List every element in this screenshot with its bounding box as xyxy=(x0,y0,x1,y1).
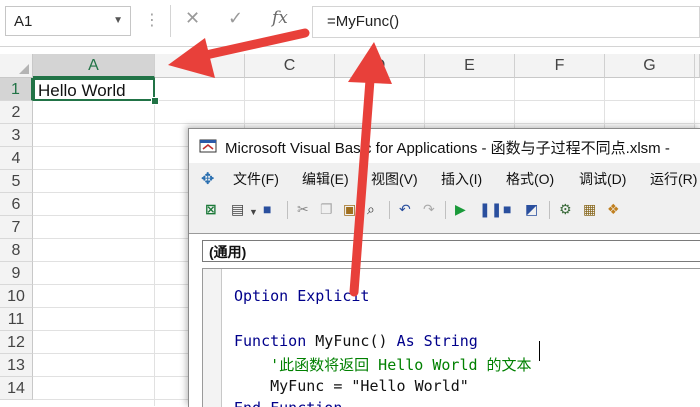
vba-menu-bar: ✥ 文件(F) 编辑(E) 视图(V) 插入(I) 格式(O) 调试(D) 运行… xyxy=(189,163,700,193)
menu-view[interactable]: 视图(V) xyxy=(371,169,418,189)
vba-toolbar: ⊠ ▤ ▼ ■ ✂ ❐ ▣ ⌕ ↶ ↷ ▶ ❚❚ ■ ◩ ⚙ ▦ ❖ xyxy=(189,193,700,225)
procedure-combo[interactable]: (通用) xyxy=(202,240,700,262)
vba-title-bar[interactable]: Microsoft Visual Basic for Applications … xyxy=(189,129,700,163)
fill-handle[interactable] xyxy=(151,97,159,105)
code-margin[interactable] xyxy=(203,269,222,407)
toolbar-divider xyxy=(389,201,390,219)
menu-insert[interactable]: 插入(I) xyxy=(441,169,482,189)
row-header-13[interactable]: 13 xyxy=(0,354,33,377)
column-header-b[interactable]: B xyxy=(155,54,245,78)
find-icon[interactable]: ⌕ xyxy=(367,200,375,218)
cell-a1[interactable]: Hello World xyxy=(33,78,155,101)
cell-a1-value: Hello World xyxy=(38,81,126,100)
row-header-3[interactable]: 3 xyxy=(0,124,33,147)
code-comment: '此函数将返回 Hello World 的文本 xyxy=(234,356,532,374)
row-header-6[interactable]: 6 xyxy=(0,193,33,216)
menu-edit[interactable]: 编辑(E) xyxy=(302,169,349,189)
column-header-h[interactable] xyxy=(695,54,700,78)
menu-file[interactable]: 文件(F) xyxy=(233,169,279,189)
view-excel-icon[interactable]: ⊠ xyxy=(205,200,217,218)
code-keyword: Option Explicit xyxy=(234,287,370,305)
project-explorer-icon[interactable]: ⚙ xyxy=(559,200,572,218)
column-header-e[interactable]: E xyxy=(425,54,515,78)
vba-app-icon xyxy=(199,139,217,153)
row-header-2[interactable]: 2 xyxy=(0,101,33,124)
select-all-button[interactable] xyxy=(0,54,33,78)
row-header-9[interactable]: 9 xyxy=(0,262,33,285)
text-caret xyxy=(539,341,540,361)
row-header-7[interactable]: 7 xyxy=(0,216,33,239)
toolbar-divider xyxy=(287,201,288,219)
formula-text: =MyFunc() xyxy=(327,13,400,30)
toolbar-divider xyxy=(549,201,550,219)
code-line: '此函数将返回 Hello World 的文本 xyxy=(234,354,532,375)
chevron-down-icon[interactable]: ▼ xyxy=(113,15,123,26)
copy-icon[interactable]: ❐ xyxy=(320,200,333,218)
splitter-grip-icon[interactable]: ⋮ xyxy=(144,10,160,30)
name-box[interactable]: A1 ▼ xyxy=(5,6,131,36)
row-header-4[interactable]: 4 xyxy=(0,147,33,170)
row-header-8[interactable]: 8 xyxy=(0,239,33,262)
row-header-10[interactable]: 10 xyxy=(0,285,33,308)
menu-run[interactable]: 运行(R) xyxy=(650,169,697,189)
divider xyxy=(170,5,171,37)
code-text: MyFunc = "Hello World" xyxy=(234,377,469,395)
properties-icon[interactable]: ▦ xyxy=(583,200,596,218)
chevron-down-icon[interactable]: ▼ xyxy=(249,203,258,221)
object-browser-icon[interactable]: ❖ xyxy=(607,200,620,218)
row-header-14[interactable]: 14 xyxy=(0,377,33,400)
stop-icon[interactable]: ■ xyxy=(503,200,511,218)
row-header-12[interactable]: 12 xyxy=(0,331,33,354)
run-icon[interactable]: ▶ xyxy=(455,200,466,218)
design-mode-icon[interactable]: ◩ xyxy=(525,200,538,218)
grid-line xyxy=(33,123,700,124)
menu-format[interactable]: 格式(O) xyxy=(506,169,554,189)
vba-menu-app-icon[interactable]: ✥ xyxy=(201,169,214,189)
redo-icon[interactable]: ↷ xyxy=(423,200,435,218)
code-line: Option Explicit xyxy=(234,287,369,305)
row-header-11[interactable]: 11 xyxy=(0,308,33,331)
code-line: MyFunc = "Hello World" xyxy=(234,377,469,395)
code-keyword: Function xyxy=(234,332,316,350)
grid-line xyxy=(154,78,155,406)
formula-input[interactable]: =MyFunc() xyxy=(312,6,700,38)
column-header-d[interactable]: D xyxy=(335,54,425,78)
procedure-combo-value: (通用) xyxy=(209,244,247,260)
cut-icon[interactable]: ✂ xyxy=(297,200,309,218)
pause-icon[interactable]: ❚❚ xyxy=(479,200,502,218)
column-header-g[interactable]: G xyxy=(605,54,695,78)
code-editor[interactable]: Option Explicit Function MyFunc() As Stri… xyxy=(202,268,700,407)
insert-userform-icon[interactable]: ▤ xyxy=(231,200,244,218)
column-header-a[interactable]: A xyxy=(33,54,155,78)
cancel-icon[interactable]: ✕ xyxy=(185,8,200,29)
code-text: MyFunc() xyxy=(315,332,397,350)
undo-icon[interactable]: ↶ xyxy=(399,200,411,218)
toolbar-divider xyxy=(445,201,446,219)
code-line: Function MyFunc() As String xyxy=(234,332,478,350)
select-all-triangle-icon xyxy=(19,64,29,74)
row-header-1[interactable]: 1 xyxy=(0,78,33,101)
name-box-value: A1 xyxy=(14,13,33,30)
column-header-c[interactable]: C xyxy=(245,54,335,78)
menu-debug[interactable]: 调试(D) xyxy=(579,169,626,189)
column-header-f[interactable]: F xyxy=(515,54,605,78)
formula-bar: A1 ▼ ⋮ ✕ ✓ fx =MyFunc() xyxy=(0,0,700,47)
vba-window-title: Microsoft Visual Basic for Applications … xyxy=(225,140,670,157)
insert-function-icon[interactable]: fx xyxy=(272,8,288,28)
row-header-5[interactable]: 5 xyxy=(0,170,33,193)
code-keyword: As String xyxy=(396,332,478,350)
paste-icon[interactable]: ▣ xyxy=(343,200,356,218)
vba-editor-window[interactable]: Microsoft Visual Basic for Applications … xyxy=(188,128,700,407)
code-window: (通用) Option Explicit Function MyFunc() As… xyxy=(189,233,700,407)
save-icon[interactable]: ■ xyxy=(263,200,271,218)
check-icon[interactable]: ✓ xyxy=(228,8,243,29)
